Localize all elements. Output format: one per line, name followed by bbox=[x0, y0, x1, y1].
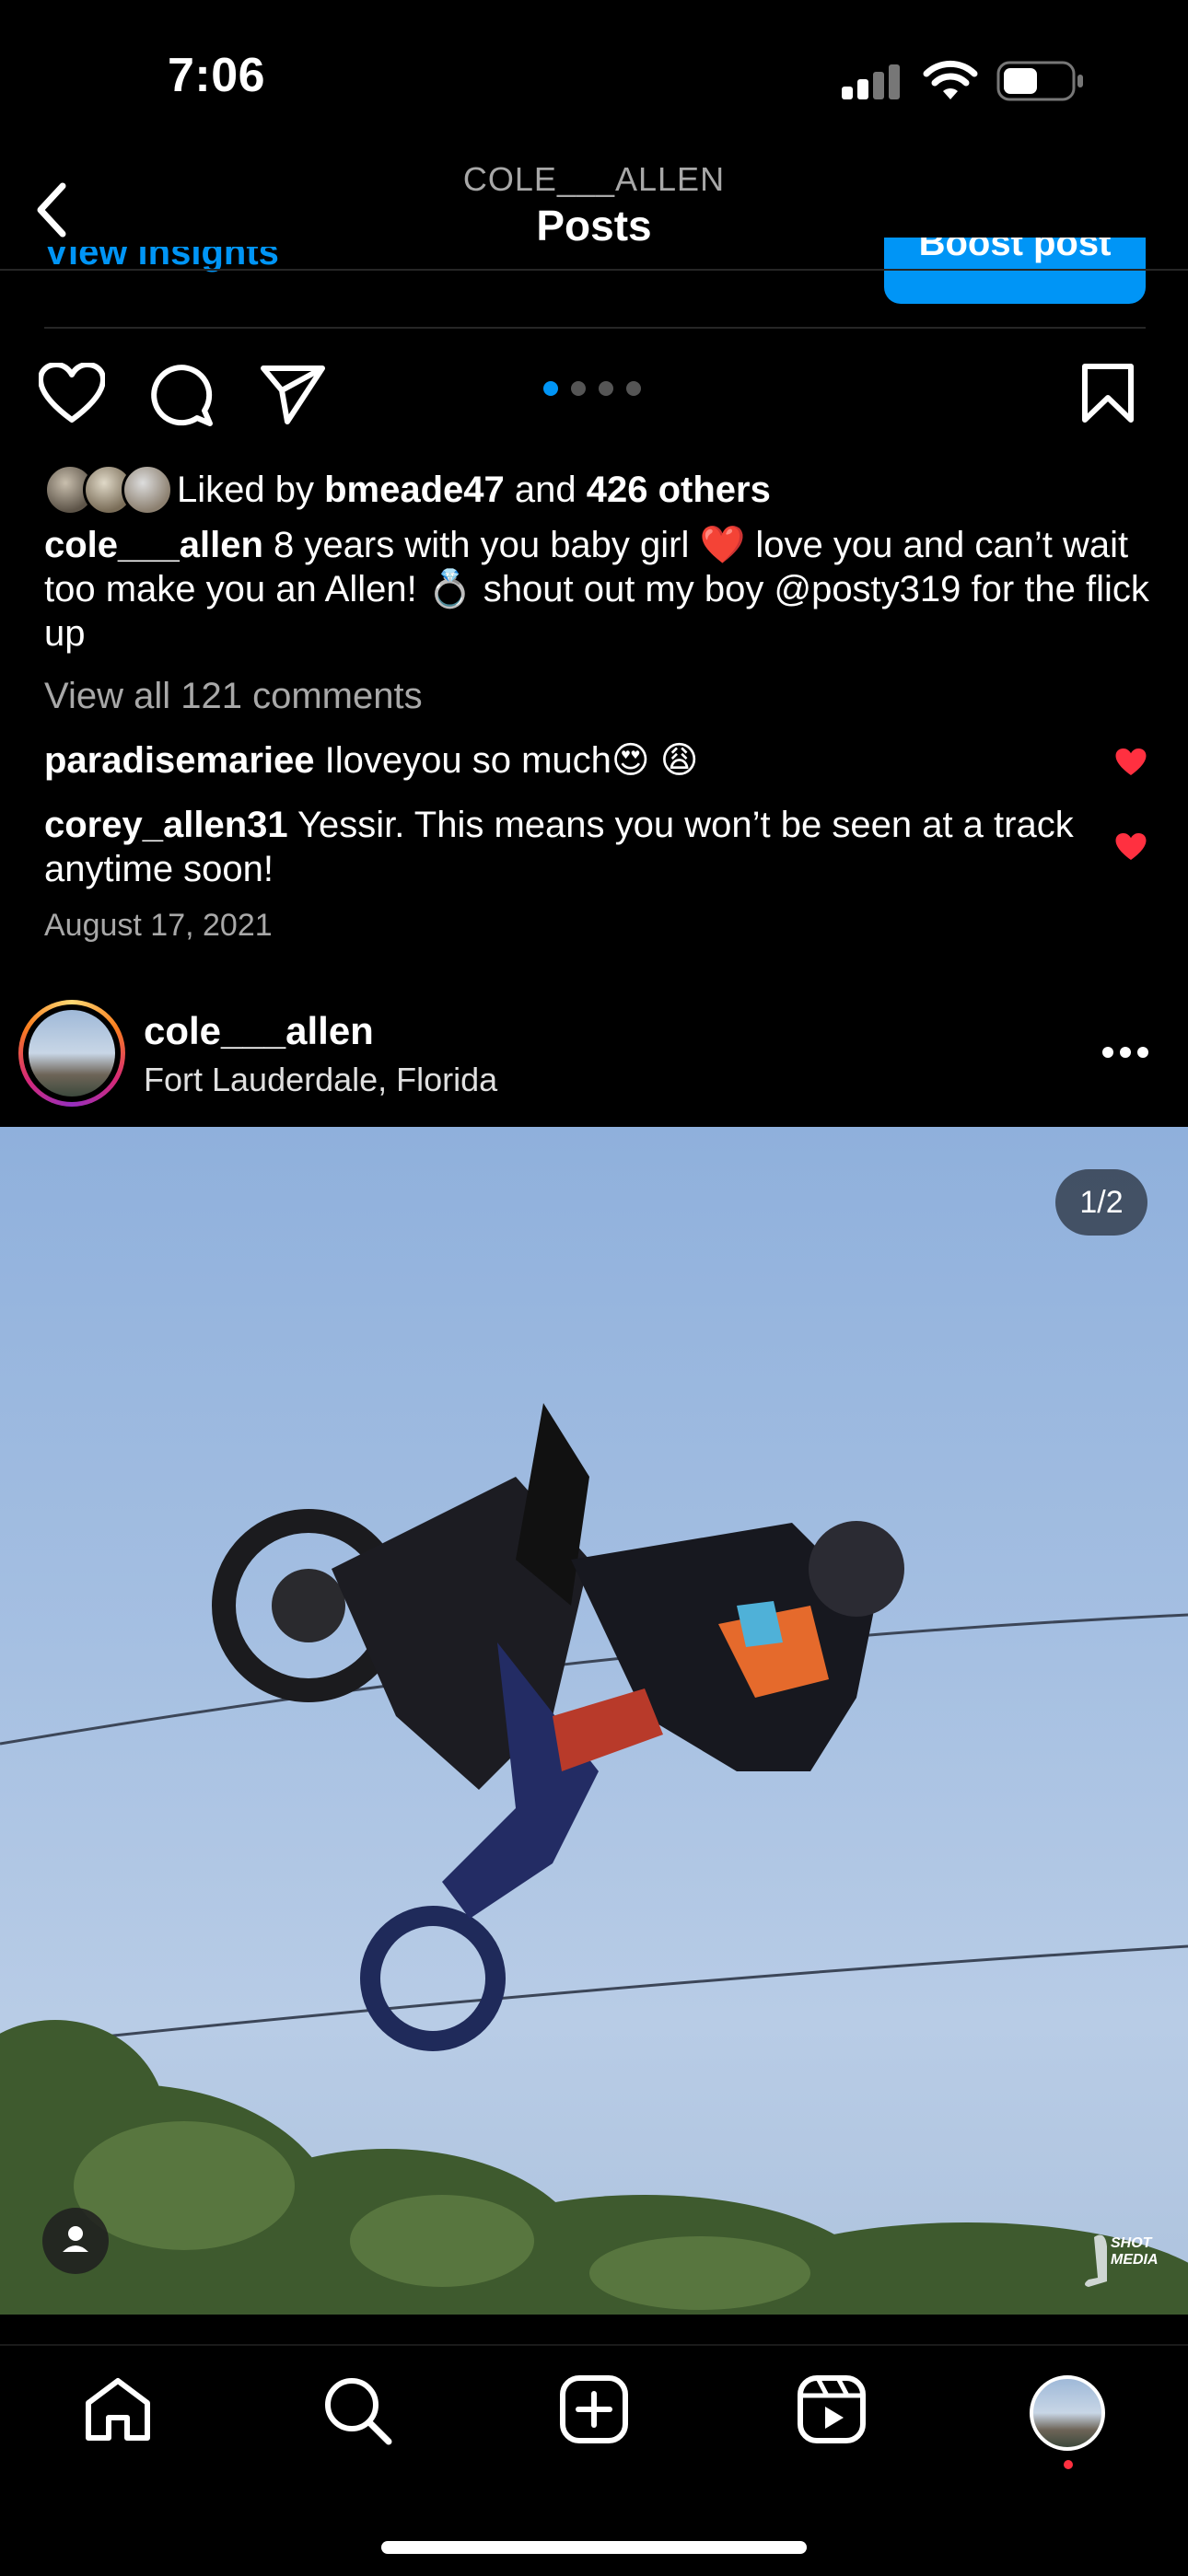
likes-others[interactable]: 426 others bbox=[587, 470, 771, 510]
home-indicator bbox=[381, 2541, 807, 2554]
comment-icon[interactable] bbox=[149, 363, 214, 432]
comment-like-heart-icon[interactable] bbox=[1114, 832, 1147, 866]
likes-prefix: Liked by bbox=[177, 470, 325, 510]
person-tag-icon[interactable] bbox=[42, 2208, 109, 2274]
search-icon[interactable] bbox=[322, 2375, 392, 2450]
header-divider bbox=[0, 269, 1188, 271]
notification-dot bbox=[1064, 2460, 1073, 2469]
post-image[interactable] bbox=[0, 1127, 1188, 2315]
heart-icon[interactable] bbox=[38, 362, 106, 428]
wifi-icon bbox=[923, 59, 978, 106]
signal-icon bbox=[842, 63, 901, 104]
watermark-logo: SHOT MEDIA bbox=[1076, 2228, 1159, 2294]
view-insights-link[interactable]: View insights bbox=[44, 247, 279, 280]
post-location[interactable]: Fort Lauderdale, Florida bbox=[144, 1061, 497, 1099]
create-icon[interactable] bbox=[560, 2375, 628, 2448]
post-caption: cole___allen 8 years with you baby girl … bbox=[44, 523, 1149, 656]
caption-username[interactable]: cole___allen bbox=[44, 525, 263, 565]
profile-tab-avatar[interactable] bbox=[1030, 2375, 1105, 2451]
avatar[interactable] bbox=[18, 1000, 125, 1107]
bookmark-icon[interactable] bbox=[1081, 363, 1135, 428]
post-username[interactable]: cole___allen bbox=[144, 1009, 374, 1053]
share-icon[interactable] bbox=[260, 365, 326, 430]
header-username: COLE___ALLEN bbox=[462, 160, 726, 198]
reels-icon[interactable] bbox=[798, 2375, 866, 2448]
likes-middle: and bbox=[504, 470, 587, 510]
comment-username[interactable]: corey_allen31 bbox=[44, 805, 288, 845]
battery-icon bbox=[996, 61, 1085, 106]
liker-avatars bbox=[44, 464, 173, 516]
status-time: 7:06 bbox=[168, 49, 266, 102]
post-date: August 17, 2021 bbox=[44, 908, 273, 943]
view-all-comments-link[interactable]: View all 121 comments bbox=[44, 674, 423, 718]
home-icon[interactable] bbox=[83, 2375, 153, 2446]
more-icon[interactable] bbox=[1101, 1046, 1149, 1063]
carousel-counter: 1/2 bbox=[1055, 1169, 1147, 1236]
insights-divider bbox=[44, 327, 1146, 329]
comment-row: paradisemariee Iloveyou so much😍 😩 bbox=[44, 738, 1085, 783]
likes-summary[interactable]: Liked by bmeade47 and 426 others bbox=[177, 468, 771, 512]
comment-text: Iloveyou so much😍 😩 bbox=[314, 740, 699, 781]
boost-post-button[interactable]: Boost post bbox=[884, 238, 1146, 304]
comment-username[interactable]: paradisemariee bbox=[44, 740, 315, 781]
comment-row: corey_allen31 Yessir. This means you won… bbox=[44, 803, 1085, 891]
liker-username[interactable]: bmeade47 bbox=[324, 470, 505, 510]
carousel-dots bbox=[543, 381, 645, 396]
comment-like-heart-icon[interactable] bbox=[1114, 748, 1147, 782]
